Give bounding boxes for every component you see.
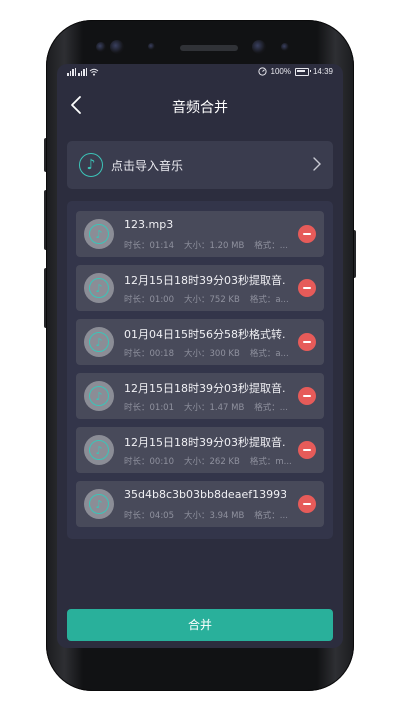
battery-percent: 100% [270,67,291,76]
file-meta: 时长：01:14 大小：1.20 MB 格式：... [124,239,294,251]
file-format: 格式：... [254,511,288,521]
page-title: 音频合并 [172,100,228,116]
clock: 14:39 [312,67,333,76]
audio-file-icon: ♪ [84,435,114,465]
audio-file-list: ♪ 123.mp3 时长：01:14 大小：1.20 MB 格式：... ♪ 1… [67,201,333,539]
remove-button[interactable] [298,279,316,297]
file-size: 大小：300 KB [184,349,240,359]
file-format: 格式：... [254,241,288,251]
file-size: 大小：262 KB [184,457,240,467]
file-name: 01月04日15时56分58秒格式转... [124,328,286,341]
file-duration: 时长：01:00 [124,295,174,305]
file-size: 大小：1.47 MB [184,403,245,413]
file-duration: 时长：00:10 [124,457,174,467]
signal-2-icon [78,68,87,76]
file-meta: 时长：00:18 大小：300 KB 格式：a... [124,347,294,359]
remove-button[interactable] [298,441,316,459]
file-name: 12月15日18时39分03秒提取音... [124,274,286,287]
iris-scanner-icon [110,40,124,54]
front-camera-icon [252,40,266,54]
signal-icon [67,68,76,76]
file-size: 大小：752 KB [184,295,240,305]
iris-led-icon [281,43,289,51]
remove-button[interactable] [298,387,316,405]
sensor-icon [96,42,106,52]
status-bar: 100% 14:39 [57,64,343,82]
music-note-icon: ♪ [79,153,103,177]
file-duration: 时长：01:01 [124,403,174,413]
file-format: 格式：... [254,403,288,413]
file-name: 12月15日18时39分03秒提取音... [124,382,286,395]
app-screen: 100% 14:39 音频合并 ♪ 点击导入音乐 ♪ 123.mp3 时长：01… [57,64,343,648]
file-meta: 时长：01:01 大小：1.47 MB 格式：... [124,401,294,413]
file-format: 格式：a... [249,295,289,305]
audio-file-icon: ♪ [84,273,114,303]
audio-file-icon: ♪ [84,327,114,357]
audio-file-icon: ♪ [84,219,114,249]
list-item[interactable]: ♪ 01月04日15时56分58秒格式转... 时长：00:18 大小：300 … [76,319,324,365]
file-format: 格式：a... [249,349,289,359]
file-name: 35d4b8c3b03bb8deaef13993b... [124,488,286,501]
audio-file-icon: ♪ [84,489,114,519]
remove-button[interactable] [298,333,316,351]
status-left [67,68,99,76]
list-item[interactable]: ♪ 35d4b8c3b03bb8deaef13993b... 时长：04:05 … [76,481,324,527]
file-duration: 时长：01:14 [124,241,174,251]
remove-button[interactable] [298,495,316,513]
merge-button[interactable]: 合并 [67,609,333,641]
file-name: 12月15日18时39分03秒提取音... [124,436,286,449]
file-duration: 时长：00:18 [124,349,174,359]
import-music-button[interactable]: ♪ 点击导入音乐 [67,141,333,189]
app-bar: 音频合并 [57,82,343,128]
file-size: 大小：3.94 MB [184,511,245,521]
wifi-icon [89,68,99,76]
list-item[interactable]: ♪ 123.mp3 时长：01:14 大小：1.20 MB 格式：... [76,211,324,257]
chevron-right-icon [313,157,321,171]
list-item[interactable]: ♪ 12月15日18时39分03秒提取音... 时长：01:01 大小：1.47… [76,373,324,419]
list-item[interactable]: ♪ 12月15日18时39分03秒提取音... 时长：01:00 大小：752 … [76,265,324,311]
file-size: 大小：1.20 MB [184,241,245,251]
status-right: 100% 14:39 [257,67,333,76]
file-format: 格式：m... [249,457,292,467]
audio-file-icon: ♪ [84,381,114,411]
earpiece-speaker [180,45,238,51]
list-item[interactable]: ♪ 12月15日18时39分03秒提取音... 时长：00:10 大小：262 … [76,427,324,473]
import-music-label: 点击导入音乐 [111,159,184,173]
proximity-sensor-icon [148,43,155,50]
file-name: 123.mp3 [124,218,174,231]
file-duration: 时长：04:05 [124,511,174,521]
battery-icon [294,67,311,76]
remove-button[interactable] [298,225,316,243]
file-meta: 时长：04:05 大小：3.94 MB 格式：... [124,509,294,521]
file-meta: 时长：01:00 大小：752 KB 格式：a... [124,293,294,305]
speed-icon [257,67,267,76]
file-meta: 时长：00:10 大小：262 KB 格式：m... [124,455,294,467]
